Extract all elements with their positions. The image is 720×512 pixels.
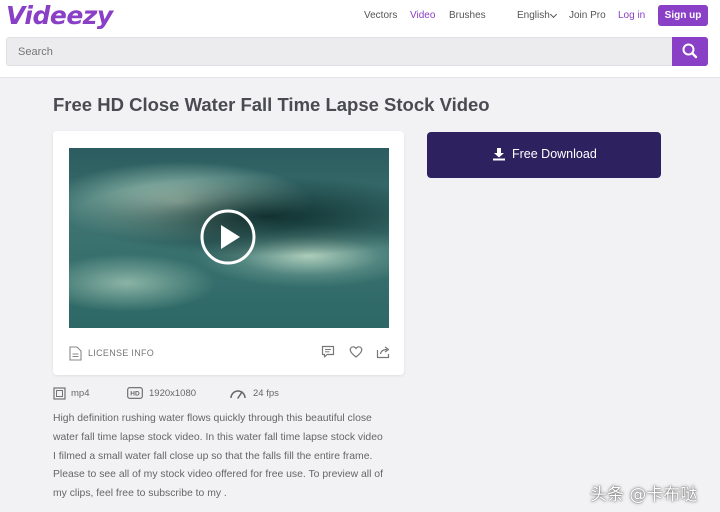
- nav-brushes[interactable]: Brushes: [449, 10, 486, 21]
- top-bar: Videezy Vectors Video Brushes English Jo…: [0, 0, 720, 78]
- video-player[interactable]: [69, 148, 389, 328]
- login-link[interactable]: Log in: [618, 10, 645, 21]
- card-footer: LICENSE INFO: [53, 341, 404, 367]
- description-line: High definition rushing water flows quic…: [53, 413, 372, 424]
- nav-video[interactable]: Video: [410, 10, 435, 21]
- watermark: 头条 @卡布哒: [590, 485, 698, 505]
- video-card: LICENSE INFO: [53, 131, 404, 375]
- free-download-button[interactable]: Free Download: [427, 132, 661, 178]
- page-title: Free HD Close Water Fall Time Lapse Stoc…: [53, 94, 490, 115]
- play-icon[interactable]: [200, 209, 256, 265]
- film-icon: [53, 387, 66, 400]
- free-download-label: Free Download: [512, 147, 597, 161]
- description-line: my clips, feel free to subscribe to my .: [53, 488, 227, 500]
- nav-vectors[interactable]: Vectors: [364, 10, 397, 21]
- language-selector[interactable]: English: [517, 10, 550, 21]
- search-icon: [682, 43, 698, 59]
- description-line: I filmed a small water fall close up so …: [53, 450, 373, 462]
- videezy-logo[interactable]: Videezy: [6, 1, 113, 30]
- format-value: mp4: [71, 388, 90, 399]
- heart-icon[interactable]: [349, 345, 363, 359]
- download-icon: [493, 148, 505, 161]
- hd-icon: HD: [127, 387, 143, 399]
- video-description: High definition rushing water flows quic…: [53, 410, 405, 504]
- speedometer-icon: [230, 390, 246, 399]
- document-icon: [69, 346, 82, 361]
- comment-icon[interactable]: [321, 345, 335, 359]
- signup-button[interactable]: Sign up: [658, 5, 708, 26]
- fps-value: 24 fps: [253, 388, 279, 399]
- license-info-link[interactable]: LICENSE INFO: [88, 348, 154, 358]
- description-line: water fall time lapse stock video. In th…: [53, 431, 383, 443]
- chevron-down-icon[interactable]: [549, 10, 558, 19]
- search-button[interactable]: [672, 37, 708, 66]
- search-input[interactable]: [6, 37, 672, 66]
- share-icon[interactable]: [376, 345, 391, 359]
- resolution-value: 1920x1080: [149, 388, 197, 399]
- description-line: Please to see all of my stock video offe…: [53, 469, 383, 481]
- join-pro-link[interactable]: Join Pro: [569, 10, 606, 21]
- svg-text:HD: HD: [130, 391, 140, 398]
